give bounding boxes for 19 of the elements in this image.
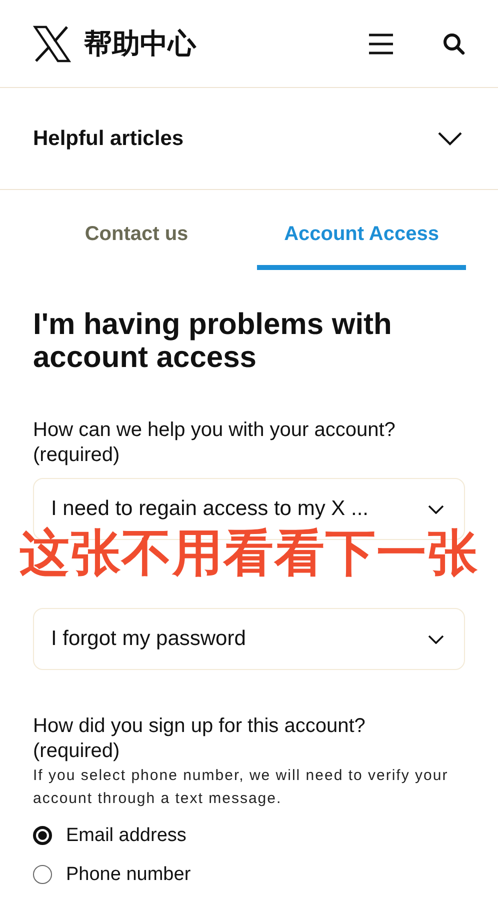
radio-button[interactable] xyxy=(33,865,52,884)
question-label: How did you sign up for this account? (required) xyxy=(33,714,366,764)
question-label: How can we help you with your account? (required) xyxy=(33,418,396,468)
menu-icon[interactable] xyxy=(368,32,394,56)
tab[interactable]: Account Access xyxy=(257,190,466,270)
radio-button[interactable] xyxy=(33,826,52,845)
help-center-title: 帮助中心 xyxy=(84,26,196,62)
helpful-articles-dropdown[interactable]: Helpful articles xyxy=(0,88,498,190)
radio-label[interactable]: Email address xyxy=(66,824,186,846)
problem-select[interactable]: I forgot my password xyxy=(33,608,465,670)
x-logo-icon[interactable] xyxy=(32,24,72,64)
tab[interactable]: Contact us xyxy=(32,190,241,270)
chevron-icon xyxy=(428,634,444,644)
search-icon[interactable] xyxy=(442,32,466,56)
radio-label[interactable]: Phone number xyxy=(66,864,191,886)
hint-text: If you select phone number, we will need to verify your account through a text message. xyxy=(33,766,450,809)
chevron-icon xyxy=(438,132,462,146)
page-heading: I'm having problems with account access xyxy=(33,308,393,374)
chevron-icon xyxy=(428,504,444,514)
